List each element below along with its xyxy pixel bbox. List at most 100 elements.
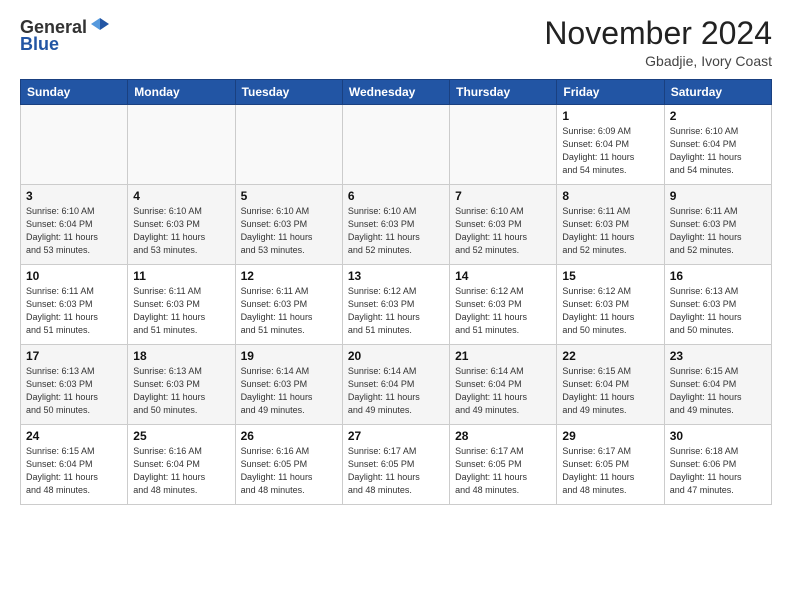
week-row-3: 10 Sunrise: 6:11 AM Sunset: 6:03 PM Dayli… [21, 265, 772, 345]
week-row-5: 24Sunrise: 6:15 AM Sunset: 6:04 PM Dayli… [21, 425, 772, 505]
day-info: Sunrise: 6:12 AM Sunset: 6:03 PM Dayligh… [455, 285, 551, 337]
day-number: 29 [562, 429, 658, 443]
table-row: 25Sunrise: 6:16 AM Sunset: 6:04 PM Dayli… [128, 425, 235, 505]
day-number: 28 [455, 429, 551, 443]
table-row: 30Sunrise: 6:18 AM Sunset: 6:06 PM Dayli… [664, 425, 771, 505]
table-row: 13 Sunrise: 6:12 AM Sunset: 6:03 PM Dayli… [342, 265, 449, 345]
header-monday: Monday [128, 80, 235, 105]
day-number: 15 [562, 269, 658, 283]
table-row: 29Sunrise: 6:17 AM Sunset: 6:05 PM Dayli… [557, 425, 664, 505]
logo-blue-text: Blue [20, 34, 59, 55]
table-row: 2 Sunrise: 6:10 AM Sunset: 6:04 PM Daylig… [664, 105, 771, 185]
logo: General Blue [20, 16, 111, 55]
table-row: 22 Sunrise: 6:15 AM Sunset: 6:04 PM Dayli… [557, 345, 664, 425]
table-row: 9 Sunrise: 6:11 AM Sunset: 6:03 PM Daylig… [664, 185, 771, 265]
table-row: 20 Sunrise: 6:14 AM Sunset: 6:04 PM Dayli… [342, 345, 449, 425]
day-number: 23 [670, 349, 766, 363]
table-row: 14 Sunrise: 6:12 AM Sunset: 6:03 PM Dayli… [450, 265, 557, 345]
day-info: Sunrise: 6:12 AM Sunset: 6:03 PM Dayligh… [348, 285, 444, 337]
day-number: 9 [670, 189, 766, 203]
day-info: Sunrise: 6:11 AM Sunset: 6:03 PM Dayligh… [241, 285, 337, 337]
day-number: 1 [562, 109, 658, 123]
calendar-header-row: Sunday Monday Tuesday Wednesday Thursday… [21, 80, 772, 105]
table-row: 17 Sunrise: 6:13 AM Sunset: 6:03 PM Dayli… [21, 345, 128, 425]
day-number: 24 [26, 429, 122, 443]
day-number: 25 [133, 429, 229, 443]
table-row: 7Sunrise: 6:10 AM Sunset: 6:03 PM Daylig… [450, 185, 557, 265]
day-info: Sunrise: 6:11 AM Sunset: 6:03 PM Dayligh… [670, 205, 766, 257]
table-row: 1 Sunrise: 6:09 AM Sunset: 6:04 PM Daylig… [557, 105, 664, 185]
day-number: 13 [348, 269, 444, 283]
table-row: 10Sunrise: 6:11 AM Sunset: 6:03 PM Dayli… [21, 265, 128, 345]
day-number: 18 [133, 349, 229, 363]
day-info: Sunrise: 6:14 AM Sunset: 6:04 PM Dayligh… [455, 365, 551, 417]
day-info: Sunrise: 6:10 AM Sunset: 6:03 PM Dayligh… [133, 205, 229, 257]
calendar-table: Sunday Monday Tuesday Wednesday Thursday… [20, 79, 772, 505]
day-number: 10 [26, 269, 122, 283]
week-row-4: 17 Sunrise: 6:13 AM Sunset: 6:03 PM Dayli… [21, 345, 772, 425]
day-info: Sunrise: 6:14 AM Sunset: 6:04 PM Dayligh… [348, 365, 444, 417]
header-sunday: Sunday [21, 80, 128, 105]
day-number: 14 [455, 269, 551, 283]
day-info: Sunrise: 6:18 AM Sunset: 6:06 PM Dayligh… [670, 445, 766, 497]
day-number: 2 [670, 109, 766, 123]
day-info: Sunrise: 6:11 AM Sunset: 6:03 PM Dayligh… [562, 205, 658, 257]
day-info: Sunrise: 6:10 AM Sunset: 6:04 PM Dayligh… [670, 125, 766, 177]
table-row: 4 Sunrise: 6:10 AM Sunset: 6:03 PM Daylig… [128, 185, 235, 265]
table-row: 11 Sunrise: 6:11 AM Sunset: 6:03 PM Dayli… [128, 265, 235, 345]
table-row: 28 Sunrise: 6:17 AM Sunset: 6:05 PM Dayli… [450, 425, 557, 505]
table-row: 8 Sunrise: 6:11 AM Sunset: 6:03 PM Daylig… [557, 185, 664, 265]
table-row: 24Sunrise: 6:15 AM Sunset: 6:04 PM Dayli… [21, 425, 128, 505]
day-number: 27 [348, 429, 444, 443]
day-info: Sunrise: 6:10 AM Sunset: 6:03 PM Dayligh… [455, 205, 551, 257]
day-number: 4 [133, 189, 229, 203]
day-number: 20 [348, 349, 444, 363]
month-title: November 2024 [544, 16, 772, 51]
day-number: 17 [26, 349, 122, 363]
header-friday: Friday [557, 80, 664, 105]
header-saturday: Saturday [664, 80, 771, 105]
day-number: 19 [241, 349, 337, 363]
table-row [128, 105, 235, 185]
day-number: 6 [348, 189, 444, 203]
table-row [342, 105, 449, 185]
day-info: Sunrise: 6:17 AM Sunset: 6:05 PM Dayligh… [348, 445, 444, 497]
day-info: Sunrise: 6:11 AM Sunset: 6:03 PM Dayligh… [133, 285, 229, 337]
day-info: Sunrise: 6:13 AM Sunset: 6:03 PM Dayligh… [133, 365, 229, 417]
day-info: Sunrise: 6:12 AM Sunset: 6:03 PM Dayligh… [562, 285, 658, 337]
day-info: Sunrise: 6:15 AM Sunset: 6:04 PM Dayligh… [670, 365, 766, 417]
day-info: Sunrise: 6:10 AM Sunset: 6:04 PM Dayligh… [26, 205, 122, 257]
day-info: Sunrise: 6:17 AM Sunset: 6:05 PM Dayligh… [455, 445, 551, 497]
table-row: 26Sunrise: 6:16 AM Sunset: 6:05 PM Dayli… [235, 425, 342, 505]
table-row: 3 Sunrise: 6:10 AM Sunset: 6:04 PM Daylig… [21, 185, 128, 265]
day-number: 11 [133, 269, 229, 283]
logo-flag-icon [89, 16, 111, 38]
week-row-2: 3 Sunrise: 6:10 AM Sunset: 6:04 PM Daylig… [21, 185, 772, 265]
header-tuesday: Tuesday [235, 80, 342, 105]
day-number: 8 [562, 189, 658, 203]
table-row: 6 Sunrise: 6:10 AM Sunset: 6:03 PM Daylig… [342, 185, 449, 265]
table-row [235, 105, 342, 185]
table-row: 18 Sunrise: 6:13 AM Sunset: 6:03 PM Dayli… [128, 345, 235, 425]
table-row: 5Sunrise: 6:10 AM Sunset: 6:03 PM Daylig… [235, 185, 342, 265]
day-info: Sunrise: 6:09 AM Sunset: 6:04 PM Dayligh… [562, 125, 658, 177]
day-info: Sunrise: 6:13 AM Sunset: 6:03 PM Dayligh… [26, 365, 122, 417]
day-number: 22 [562, 349, 658, 363]
day-number: 16 [670, 269, 766, 283]
week-row-1: 1 Sunrise: 6:09 AM Sunset: 6:04 PM Daylig… [21, 105, 772, 185]
page: General Blue November 2024 Gbadjie, Ivor… [0, 0, 792, 612]
location-subtitle: Gbadjie, Ivory Coast [544, 53, 772, 69]
table-row: 21Sunrise: 6:14 AM Sunset: 6:04 PM Dayli… [450, 345, 557, 425]
table-row: 12 Sunrise: 6:11 AM Sunset: 6:03 PM Dayli… [235, 265, 342, 345]
day-number: 12 [241, 269, 337, 283]
table-row: 15 Sunrise: 6:12 AM Sunset: 6:03 PM Dayli… [557, 265, 664, 345]
title-block: November 2024 Gbadjie, Ivory Coast [544, 16, 772, 69]
day-info: Sunrise: 6:10 AM Sunset: 6:03 PM Dayligh… [348, 205, 444, 257]
table-row: 16 Sunrise: 6:13 AM Sunset: 6:03 PM Dayli… [664, 265, 771, 345]
table-row [21, 105, 128, 185]
table-row: 27 Sunrise: 6:17 AM Sunset: 6:05 PM Dayli… [342, 425, 449, 505]
day-number: 3 [26, 189, 122, 203]
day-info: Sunrise: 6:13 AM Sunset: 6:03 PM Dayligh… [670, 285, 766, 337]
day-info: Sunrise: 6:15 AM Sunset: 6:04 PM Dayligh… [562, 365, 658, 417]
day-number: 5 [241, 189, 337, 203]
